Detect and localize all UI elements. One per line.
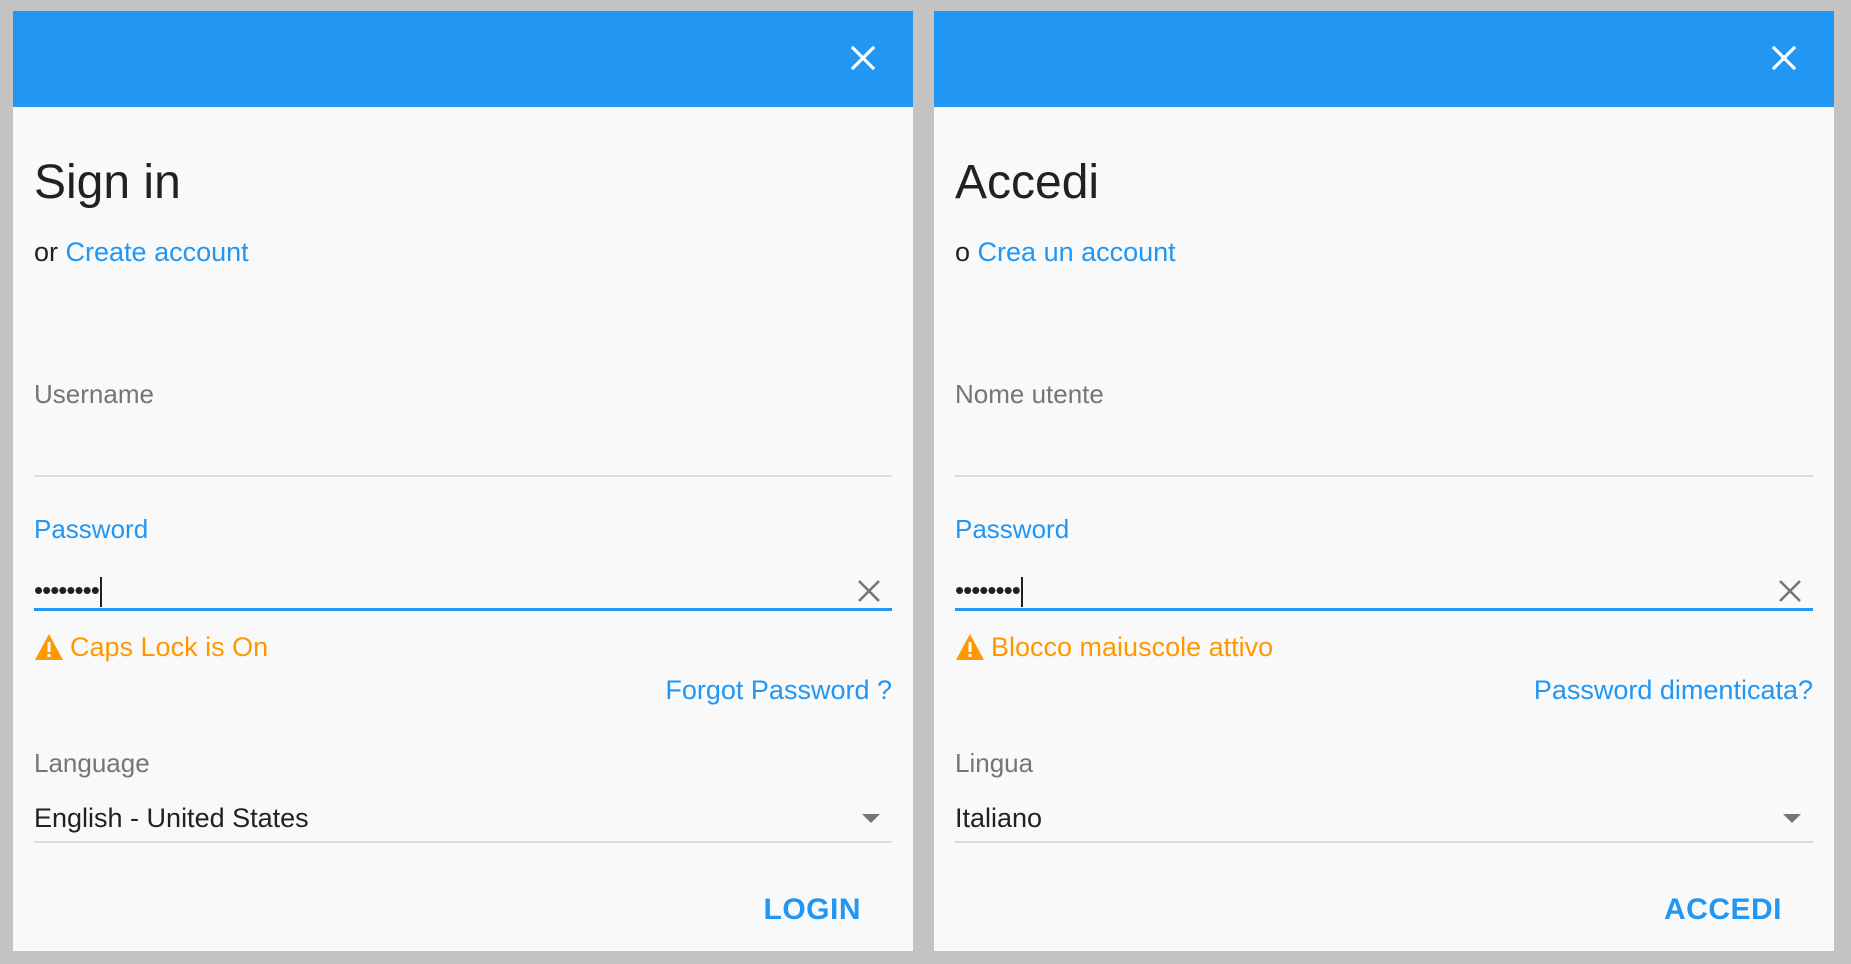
username-underline	[955, 475, 1813, 477]
chevron-down-icon	[862, 814, 880, 824]
password-label: Password	[955, 514, 1070, 544]
password-input[interactable]: ••••••••	[955, 569, 1813, 613]
language-select[interactable]: English - United States	[34, 801, 892, 841]
caps-lock-text: Caps Lock is On	[70, 631, 269, 662]
dialog-title: Sign in	[34, 156, 181, 209]
username-label: Nome utente	[955, 379, 1104, 409]
sign-in-dialog-it: Accedi o Crea un account Nome utente Pas…	[934, 11, 1834, 951]
close-icon[interactable]	[849, 44, 877, 72]
forgot-password-link[interactable]: Forgot Password ?	[665, 677, 892, 704]
language-select[interactable]: Italiano	[955, 801, 1813, 841]
text-caret	[99, 577, 102, 608]
password-masked-text: ••••••••	[34, 575, 100, 605]
language-label: Lingua	[955, 748, 1034, 778]
dialog-title: Accedi	[955, 156, 1100, 209]
language-underline	[955, 841, 1813, 843]
forgot-password-link[interactable]: Password dimenticata?	[1534, 677, 1813, 704]
language-value: Italiano	[955, 803, 1043, 833]
username-input[interactable]	[34, 429, 892, 473]
create-account-link[interactable]: Crea un account	[978, 237, 1176, 267]
password-value: ••••••••	[34, 575, 102, 608]
caps-lock-warning: Blocco maiuscole attivo	[955, 633, 1273, 661]
password-masked-text: ••••••••	[955, 575, 1021, 605]
login-button[interactable]: LOGIN	[764, 895, 862, 925]
clear-icon[interactable]	[856, 578, 882, 604]
dialog-header	[13, 11, 913, 107]
chevron-down-icon	[1783, 814, 1801, 824]
password-value: ••••••••	[955, 575, 1023, 608]
close-icon[interactable]	[1770, 44, 1798, 72]
accedi-button[interactable]: ACCEDI	[1664, 895, 1782, 925]
password-input[interactable]: ••••••••	[34, 569, 892, 613]
create-account-line: or Create account	[34, 239, 249, 266]
language-value: English - United States	[34, 803, 309, 833]
language-label: Language	[34, 748, 150, 778]
dialog-header	[934, 11, 1834, 107]
clear-icon[interactable]	[1777, 578, 1803, 604]
subline-prefix: or	[34, 237, 59, 267]
create-account-link[interactable]: Create account	[66, 237, 249, 267]
text-caret	[1020, 577, 1023, 608]
password-underline	[34, 608, 892, 611]
password-label: Password	[34, 514, 149, 544]
sign-in-dialog-en: Sign in or Create account Username Passw…	[13, 11, 913, 951]
caps-lock-text: Blocco maiuscole attivo	[991, 631, 1274, 662]
password-underline	[955, 608, 1813, 611]
username-label: Username	[34, 379, 154, 409]
username-input[interactable]	[955, 429, 1813, 473]
create-account-line: o Crea un account	[955, 239, 1176, 266]
subline-prefix: o	[955, 237, 971, 267]
language-underline	[34, 841, 892, 843]
warning-icon	[34, 633, 64, 661]
caps-lock-warning: Caps Lock is On	[34, 633, 268, 661]
username-underline	[34, 475, 892, 477]
warning-icon	[955, 633, 985, 661]
